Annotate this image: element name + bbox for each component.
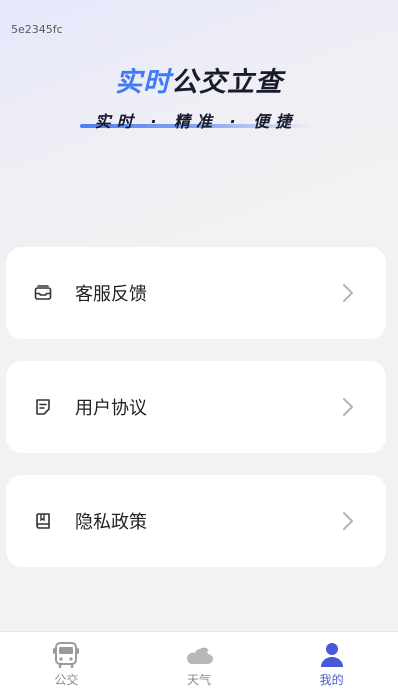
tab-bus[interactable]: 公交 <box>0 632 133 691</box>
bus-icon <box>53 640 80 670</box>
menu-item-user-agreement[interactable]: 用户协议 <box>6 361 386 453</box>
inbox-icon <box>33 283 53 303</box>
menu-item-label: 客服反馈 <box>75 284 147 305</box>
tab-label: 我的 <box>319 673 344 687</box>
chevron-right-icon <box>342 511 356 531</box>
tab-weather[interactable]: 天气 <box>133 632 266 691</box>
book-icon <box>33 511 53 531</box>
note-icon <box>33 397 53 417</box>
hero-subtitle: 实时 · 精准 · 便捷 <box>94 112 298 131</box>
menu-item-privacy-policy[interactable]: 隐私政策 <box>6 475 386 567</box>
tab-mine[interactable]: 我的 <box>265 632 398 691</box>
chevron-right-icon <box>342 283 356 303</box>
menu-item-label: 隐私政策 <box>75 512 147 533</box>
user-icon <box>319 640 345 670</box>
cloud-icon <box>183 640 215 670</box>
hero-title-accent: 实时 <box>115 67 171 98</box>
tab-label: 公交 <box>54 673 79 687</box>
hero-title: 实时公交立查 <box>0 60 398 99</box>
menu-item-label: 用户协议 <box>75 398 147 419</box>
bottom-tab-bar: 公交 天气 我的 <box>0 631 398 691</box>
hero-title-rest: 公交立查 <box>171 67 283 98</box>
tab-label: 天气 <box>187 673 212 687</box>
build-id-label: 5e2345fc <box>11 23 63 36</box>
menu-item-feedback[interactable]: 客服反馈 <box>6 247 386 339</box>
chevron-right-icon <box>342 397 356 417</box>
